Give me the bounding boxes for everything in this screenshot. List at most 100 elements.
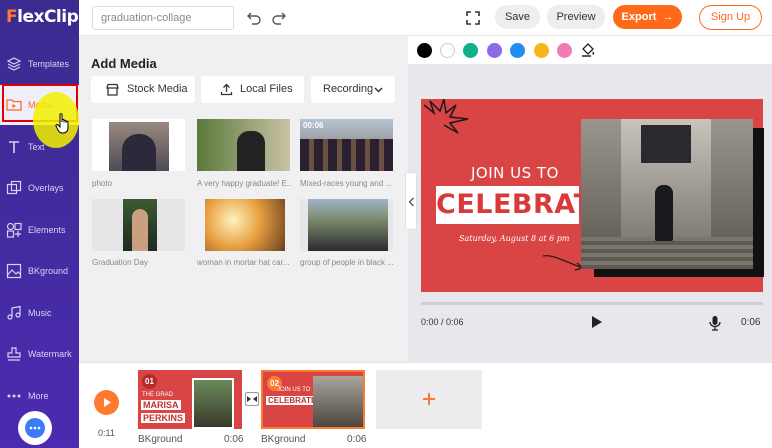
color-swatch-pink[interactable]: [557, 43, 572, 58]
project-name-input[interactable]: graduation-collage: [92, 6, 234, 30]
slide-photo[interactable]: [581, 119, 753, 269]
sidebar: FlexClip Templates Media Text Overlays E…: [0, 0, 79, 448]
transition-button[interactable]: [245, 392, 259, 406]
media-photo: [205, 199, 285, 251]
starburst-decoration: [423, 99, 469, 134]
top-bar: graduation-collage Save Preview Export →…: [79, 0, 772, 36]
clip-text: MARISA: [141, 400, 181, 410]
timeline-play-button[interactable]: [94, 390, 119, 415]
sidebar-item-templates[interactable]: Templates: [0, 44, 79, 84]
media-caption: group of people in black ...: [300, 258, 394, 267]
preview-button[interactable]: Preview: [547, 5, 605, 29]
graduate-figure: [655, 185, 673, 241]
more-icon: [7, 394, 21, 398]
color-swatch-black[interactable]: [417, 43, 432, 58]
microphone-icon[interactable]: [709, 315, 721, 331]
upload-icon: [220, 83, 233, 96]
export-label: Export: [621, 11, 657, 23]
play-icon[interactable]: [591, 315, 603, 329]
sidebar-item-overlays[interactable]: Overlays: [0, 168, 79, 208]
clip-photo: [313, 376, 363, 427]
hand-cursor-icon: [55, 113, 69, 134]
overlays-icon: [6, 180, 22, 195]
store-icon: [106, 83, 119, 96]
sidebar-item-music[interactable]: Music: [0, 293, 79, 333]
color-swatch-blue[interactable]: [510, 43, 525, 58]
media-thumb[interactable]: [197, 199, 290, 251]
media-thumb[interactable]: 00:06: [300, 119, 393, 171]
export-button[interactable]: Export →: [613, 5, 682, 29]
media-thumb[interactable]: [92, 119, 185, 171]
slide-date[interactable]: Saturday, August 8 at 6 pm: [459, 234, 569, 243]
timeline-clip-selected[interactable]: 02 JOIN US TO CELEBRATE: [261, 370, 365, 429]
media-photo: [308, 199, 388, 251]
slide-title[interactable]: CELEBRATE: [436, 186, 611, 224]
transition-icon: [247, 396, 257, 402]
sidebar-item-more[interactable]: More: [0, 376, 79, 416]
panel-title: Add Media: [91, 56, 157, 71]
play-icon: [104, 398, 111, 407]
clip-photo: [192, 378, 234, 429]
color-swatch-purple[interactable]: [487, 43, 502, 58]
chat-icon: [25, 418, 45, 438]
text-icon: [9, 141, 19, 153]
clip-text: CELEBRATE: [266, 396, 319, 405]
sidebar-item-label: Overlays: [28, 183, 64, 193]
clip-duration: 0:06: [224, 434, 244, 445]
sidebar-item-watermark[interactable]: Watermark: [0, 334, 79, 374]
paint-bucket-icon[interactable]: [580, 42, 596, 58]
clip-text: JOIN US TO: [277, 387, 311, 393]
color-swatch-yellow[interactable]: [534, 43, 549, 58]
slide-heading[interactable]: JOIN US TO: [471, 164, 559, 182]
arrow-right-icon: →: [662, 11, 674, 23]
media-thumb[interactable]: [92, 199, 185, 251]
clip-duration: 0:06: [347, 434, 367, 445]
media-caption: A very happy graduate! E...: [197, 179, 292, 188]
clip-number: 01: [142, 374, 157, 389]
media-photo-arch: [122, 134, 156, 171]
elements-icon: [6, 222, 22, 238]
fullscreen-icon[interactable]: [465, 10, 481, 26]
playback-progress-bar[interactable]: [421, 302, 763, 305]
undo-icon[interactable]: [246, 10, 262, 26]
sidebar-item-label: Music: [28, 308, 52, 318]
color-swatch-white[interactable]: [440, 43, 455, 58]
clip-label: BKground: [261, 434, 306, 445]
building-window: [641, 125, 691, 163]
sidebar-item-label: Text: [28, 142, 45, 152]
sidebar-item-label: Elements: [28, 225, 66, 235]
watermark-icon: [7, 347, 21, 361]
background-icon: [6, 263, 22, 279]
recording-dropdown[interactable]: Recording: [311, 76, 395, 103]
sign-up-button[interactable]: Sign Up: [699, 5, 762, 30]
collapse-panel-button[interactable]: [405, 172, 417, 230]
clip-label: BKground: [138, 434, 183, 445]
media-photo-person: [132, 209, 148, 251]
color-swatch-green[interactable]: [463, 43, 478, 58]
stock-media-button[interactable]: Stock Media: [91, 76, 195, 103]
media-photo-group: [300, 139, 393, 171]
media-caption: Graduation Day: [92, 258, 149, 267]
sidebar-item-bkground[interactable]: BKground: [0, 251, 79, 291]
music-icon: [7, 305, 21, 320]
chat-button[interactable]: [18, 411, 52, 445]
media-thumb[interactable]: [197, 119, 290, 171]
chevron-left-icon: [408, 197, 414, 207]
save-button[interactable]: Save: [495, 5, 540, 29]
timeline-clip[interactable]: 01 THE GRAD MARISA PERKINS: [138, 370, 242, 429]
sidebar-item-label: More: [28, 391, 49, 401]
media-thumb[interactable]: [300, 199, 393, 251]
media-caption: photo: [92, 179, 113, 188]
chevron-down-icon: [374, 87, 383, 93]
sidebar-item-elements[interactable]: Elements: [0, 210, 79, 250]
timeline-total-time: 0:11: [98, 428, 115, 438]
local-files-button[interactable]: Local Files: [201, 76, 304, 103]
flexclip-logo[interactable]: FlexClip: [6, 7, 79, 27]
redo-icon[interactable]: [271, 10, 287, 26]
sidebar-item-label: Templates: [28, 59, 70, 69]
local-files-label: Local Files: [240, 83, 293, 95]
stock-media-label: Stock Media: [127, 83, 188, 95]
add-clip-button[interactable]: [376, 370, 482, 429]
clip-text: PERKINS: [141, 413, 186, 423]
current-time: 0:00 / 0:06: [421, 317, 464, 327]
